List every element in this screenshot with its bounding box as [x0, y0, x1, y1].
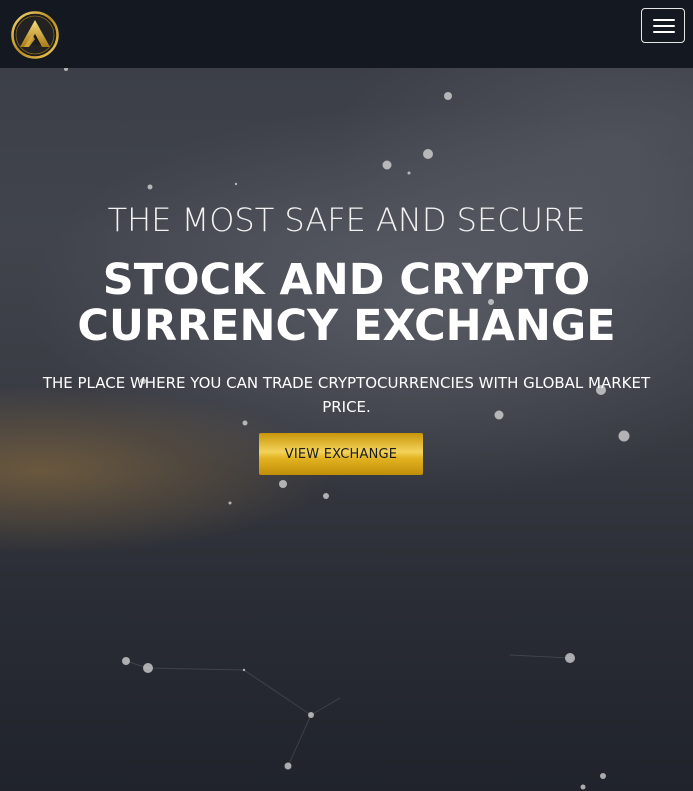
view-exchange-button[interactable]: VIEW EXCHANGE — [259, 433, 423, 475]
menu-bar — [653, 25, 675, 27]
top-navbar — [0, 0, 693, 68]
menu-bar — [653, 31, 675, 33]
hero-subtitle: THE MOST SAFE AND SECURE — [107, 201, 586, 239]
gold-triangle-logo-icon[interactable] — [11, 11, 59, 59]
hero-headline-line2: CURRENCY EXCHANGE — [77, 301, 616, 351]
menu-bar — [653, 19, 675, 21]
hamburger-menu-icon[interactable] — [641, 8, 685, 43]
hero-tagline: THE PLACE WHERE YOU CAN TRADE CRYPTOCURR… — [42, 374, 651, 416]
hero-headline-line1: STOCK AND CRYPTO — [102, 255, 591, 305]
hero-headline: STOCK AND CRYPTO CURRENCY EXCHANGE — [0, 257, 693, 349]
